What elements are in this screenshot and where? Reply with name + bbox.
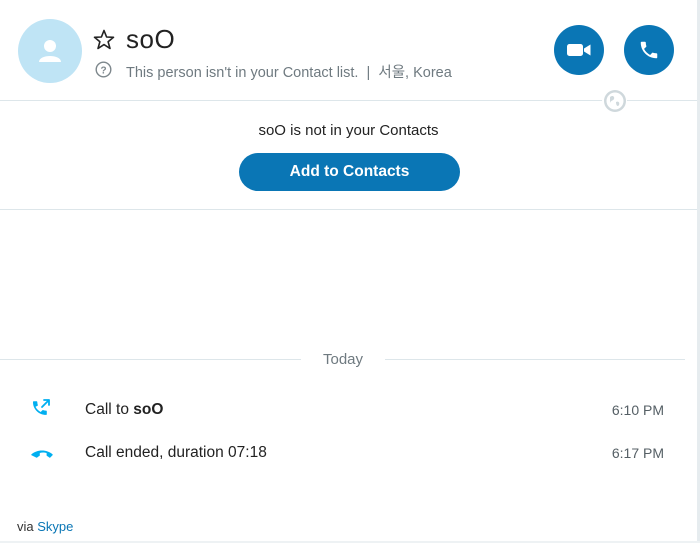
- presence-badge: [602, 88, 627, 113]
- event-contact-name: soO: [133, 401, 164, 418]
- audio-call-button[interactable]: [624, 25, 674, 75]
- contact-status-text: This person isn't in your Contact list.: [126, 65, 359, 81]
- outgoing-call-icon: [33, 399, 50, 415]
- not-in-contacts-message: soO is not in your Contacts: [258, 122, 439, 139]
- day-divider-right: [385, 359, 685, 360]
- help-icon[interactable]: ?: [95, 61, 112, 78]
- skype-link[interactable]: Skype: [37, 519, 73, 534]
- event-time: 6:17 PM: [611, 445, 664, 461]
- add-to-contacts-button[interactable]: Add to Contacts: [239, 153, 460, 191]
- day-divider-left: [0, 359, 301, 360]
- video-camera-icon: [567, 44, 591, 56]
- globe-icon: [603, 89, 626, 112]
- day-label: Today: [322, 351, 364, 368]
- header-divider: [0, 100, 697, 101]
- person-icon: [39, 40, 61, 62]
- contact-avatar[interactable]: [18, 19, 82, 83]
- event-prefix: Call ended, duration 07:18: [85, 444, 267, 461]
- event-prefix: Call to: [85, 401, 134, 418]
- status-separator: |: [366, 65, 371, 81]
- phone-icon: [640, 41, 658, 59]
- via-footer: via Skype: [17, 519, 73, 534]
- contact-status-line: This person isn't in your Contact list. …: [126, 61, 452, 82]
- event-time: 6:10 PM: [611, 402, 664, 418]
- call-ended-icon: [31, 450, 53, 458]
- video-call-button[interactable]: [554, 25, 604, 75]
- event-text: Call to soO: [85, 401, 163, 419]
- favorite-star-icon[interactable]: [92, 28, 116, 52]
- contact-name: soO: [126, 24, 176, 54]
- svg-text:?: ?: [100, 65, 106, 76]
- event-text: Call ended, duration 07:18: [85, 444, 267, 462]
- notice-divider: [0, 209, 697, 210]
- contact-location: 서울, Korea: [378, 65, 452, 81]
- via-label: via: [17, 519, 34, 534]
